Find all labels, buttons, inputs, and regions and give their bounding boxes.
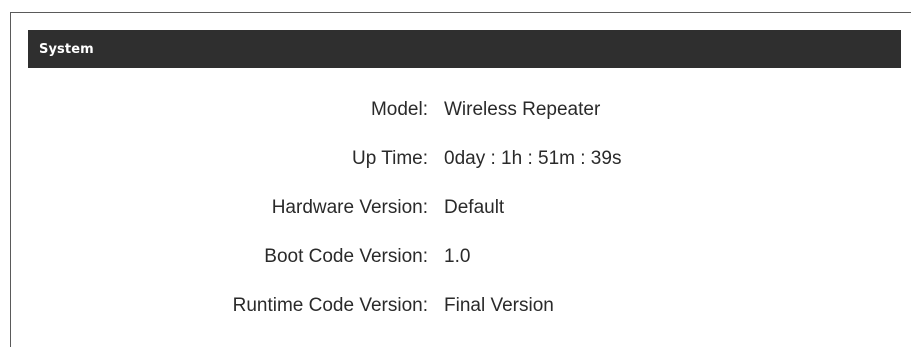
boot-code-version-label: Boot Code Version: [264, 245, 428, 267]
hardware-version-label: Hardware Version: [271, 196, 428, 218]
panel-title: System [39, 41, 94, 57]
uptime-value: 0day : 1h : 51m : 39s [444, 147, 622, 169]
boot-code-version-value: 1.0 [444, 245, 471, 267]
hardware-version-value: Default [444, 196, 505, 218]
info-row-model: Model: Wireless Repeater [28, 85, 901, 134]
info-row-runtime-code-version: Runtime Code Version: Final Version [28, 281, 901, 330]
info-row-uptime: Up Time: 0day : 1h : 51m : 39s [28, 134, 901, 183]
runtime-code-version-value: Final Version [444, 294, 554, 316]
info-row-hardware-version: Hardware Version: Default [28, 183, 901, 232]
runtime-code-version-label: Runtime Code Version: [232, 294, 428, 316]
system-panel: System Model: Wireless Repeater Up Time:… [10, 12, 911, 347]
info-row-boot-code-version: Boot Code Version: 1.0 [28, 232, 901, 281]
model-value: Wireless Repeater [444, 98, 601, 120]
model-label: Model: [370, 98, 428, 120]
system-info-table: Model: Wireless Repeater Up Time: 0day :… [28, 85, 901, 330]
panel-header: System [28, 30, 901, 68]
uptime-label: Up Time: [351, 147, 428, 169]
